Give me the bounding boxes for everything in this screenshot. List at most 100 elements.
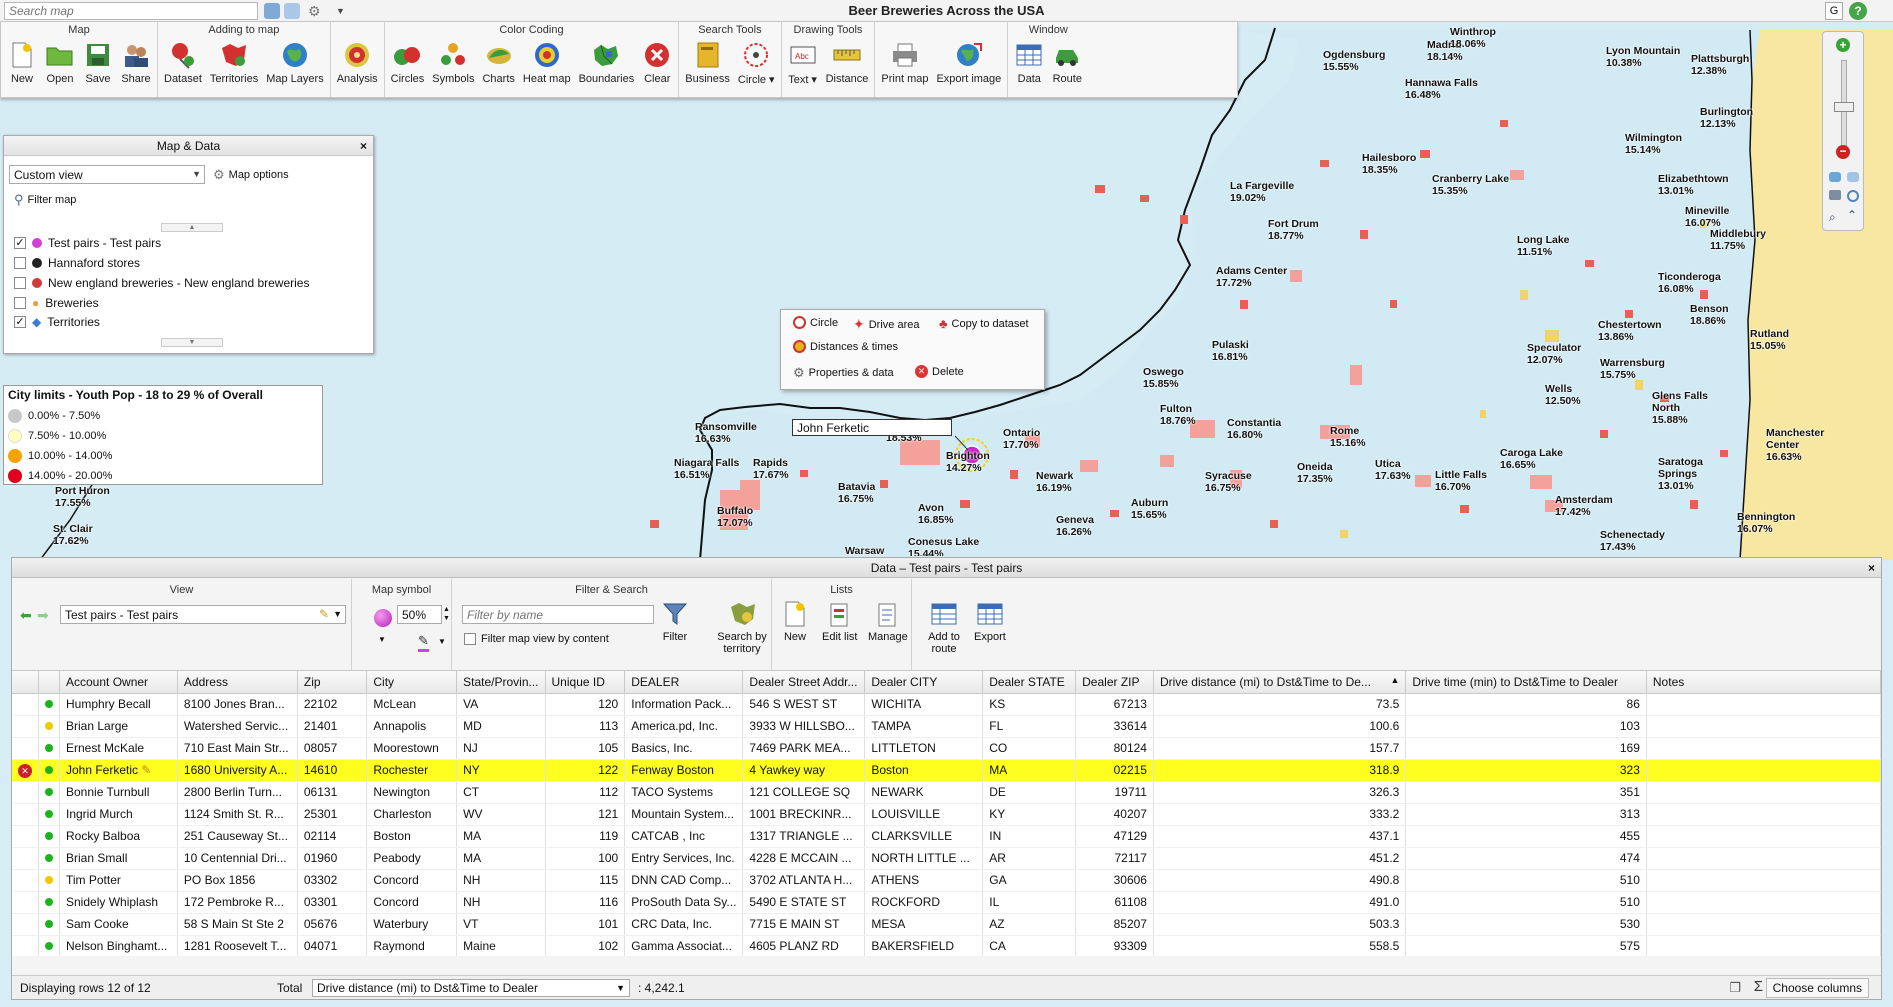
pencil-icon[interactable]: ✎: [319, 607, 329, 621]
table-cell[interactable]: 1281 Roosevelt T...: [177, 935, 298, 956]
table-cell[interactable]: 157.7: [1153, 737, 1407, 760]
table-row[interactable]: Sam Cooke 58 S Main St Ste 2 05676 Waterbur…: [12, 913, 1881, 936]
table-cell[interactable]: 8100 Jones Bran...: [177, 693, 298, 716]
table-cell[interactable]: NH: [456, 869, 546, 892]
table-cell[interactable]: 02215: [1075, 759, 1154, 782]
table-row[interactable]: Rocky Balboa 251 Causeway St... 02114 Bosto…: [12, 825, 1881, 848]
col-header-city[interactable]: City: [366, 671, 458, 694]
search-map-input[interactable]: [4, 2, 258, 20]
table-cell[interactable]: FL: [982, 715, 1077, 738]
table-cell[interactable]: 4 Yawkey way: [742, 759, 866, 782]
table-cell[interactable]: 333.2: [1153, 803, 1407, 826]
table-cell[interactable]: 73.5: [1153, 693, 1407, 716]
up-arrow-icon[interactable]: ⌃: [1847, 208, 1857, 222]
table-cell[interactable]: 115: [545, 869, 626, 892]
circle-search-button[interactable]: Circle ▾: [734, 38, 779, 86]
table-cell[interactable]: BAKERSFIELD: [864, 935, 984, 956]
table-cell[interactable]: 72117: [1075, 847, 1154, 870]
table-cell[interactable]: 510: [1405, 891, 1647, 914]
table-cell[interactable]: 67213: [1075, 693, 1154, 716]
table-cell[interactable]: [1646, 759, 1881, 782]
table-cell[interactable]: KY: [982, 803, 1077, 826]
table-cell[interactable]: McLean: [366, 693, 458, 716]
table-cell[interactable]: VA: [456, 693, 546, 716]
ctx-drive-area[interactable]: ✦ Drive area: [853, 316, 919, 333]
table-cell[interactable]: 10 Centennial Dri...: [177, 847, 298, 870]
table-cell[interactable]: [1646, 781, 1881, 804]
table-cell[interactable]: 451.2: [1153, 847, 1407, 870]
table-cell[interactable]: 351: [1405, 781, 1647, 804]
row-selector[interactable]: [12, 737, 39, 760]
table-cell[interactable]: 546 S WEST ST: [742, 693, 866, 716]
table-cell[interactable]: AR: [982, 847, 1077, 870]
layers-scroll-down[interactable]: ▼: [161, 338, 223, 347]
back-arrow-icon[interactable]: ⬅: [20, 607, 32, 624]
table-row[interactable]: Brian Large Watershed Servic... 21401 Annap…: [12, 715, 1881, 738]
table-cell[interactable]: [1646, 935, 1881, 956]
table-cell[interactable]: 510: [1405, 869, 1647, 892]
table-cell[interactable]: 1124 Smith St. R...: [177, 803, 298, 826]
map-pin-label[interactable]: John Ferketic: [792, 419, 952, 436]
table-cell[interactable]: 710 East Main Str...: [177, 737, 298, 760]
table-cell[interactable]: [1646, 891, 1881, 914]
table-cell[interactable]: Ernest McKale: [59, 737, 178, 760]
print-map-button[interactable]: Print map: [877, 38, 932, 85]
table-cell[interactable]: 119: [545, 825, 626, 848]
table-cell[interactable]: Snidely Whiplash: [59, 891, 178, 914]
table-cell[interactable]: Moorestown: [366, 737, 458, 760]
table-cell[interactable]: AZ: [982, 913, 1077, 936]
table-row[interactable]: Nelson Binghamt... 1281 Roosevelt T... 040…: [12, 935, 1881, 956]
table-cell[interactable]: 437.1: [1153, 825, 1407, 848]
table-cell[interactable]: 530: [1405, 913, 1647, 936]
table-cell[interactable]: [1646, 693, 1881, 716]
table-cell[interactable]: PO Box 1856: [177, 869, 298, 892]
table-cell[interactable]: Peabody: [366, 847, 458, 870]
table-cell[interactable]: Waterbury: [366, 913, 458, 936]
sigma-icon[interactable]: Σ: [1754, 978, 1763, 995]
boundaries-button[interactable]: Boundaries: [575, 38, 639, 85]
settings-gear-icon[interactable]: ⚙: [308, 3, 324, 19]
table-cell[interactable]: 85207: [1075, 913, 1154, 936]
table-cell[interactable]: LOUISVILLE: [864, 803, 984, 826]
ctx-copy-to-dataset[interactable]: ♣ Copy to dataset: [939, 316, 1029, 331]
table-row[interactable]: Snidely Whiplash 172 Pembroke R... 03301 Co…: [12, 891, 1881, 914]
table-cell[interactable]: KS: [982, 693, 1077, 716]
layer-checkbox[interactable]: ✓: [14, 237, 26, 249]
spinner-icon[interactable]: ▲ ▼: [443, 605, 450, 623]
manage-lists-button[interactable]: Manage: [868, 601, 908, 643]
table-cell[interactable]: 08057: [297, 737, 368, 760]
table-cell[interactable]: 318.9: [1153, 759, 1407, 782]
table-cell[interactable]: 102: [545, 935, 626, 956]
table-cell[interactable]: CO: [982, 737, 1077, 760]
table-cell[interactable]: 03302: [297, 869, 368, 892]
table-cell[interactable]: 05676: [297, 913, 368, 936]
col-header-address[interactable]: Address: [177, 671, 298, 694]
pencil-icon[interactable]: ✎: [138, 763, 151, 777]
table-cell[interactable]: Annapolis: [366, 715, 458, 738]
table-cell[interactable]: CT: [456, 781, 546, 804]
col-header-state[interactable]: State/Provin...: [456, 671, 546, 694]
table-cell[interactable]: [1646, 715, 1881, 738]
table-row[interactable]: Tim Potter PO Box 1856 03302 Concord NH 115 DN…: [12, 869, 1881, 892]
export-image-button[interactable]: Export image: [932, 38, 1005, 85]
view-name-select[interactable]: Test pairs - Test pairs ✎ ▼: [60, 605, 346, 624]
table-cell[interactable]: 313: [1405, 803, 1647, 826]
table-cell[interactable]: 33614: [1075, 715, 1154, 738]
col-header-dealer-state[interactable]: Dealer STATE: [982, 671, 1077, 694]
col-header-dealer-zip[interactable]: Dealer ZIP: [1075, 671, 1154, 694]
forward-icon[interactable]: [284, 3, 300, 19]
col-header-dealer[interactable]: DEALER: [624, 671, 744, 694]
table-cell[interactable]: Maine: [456, 935, 546, 956]
filter-map-view-checkbox[interactable]: Filter map view by content: [464, 633, 609, 645]
table-cell[interactable]: 30606: [1075, 869, 1154, 892]
table-cell[interactable]: Charleston: [366, 803, 458, 826]
business-search-button[interactable]: Business: [681, 38, 734, 86]
table-cell[interactable]: CATCAB , Inc: [624, 825, 744, 848]
table-cell[interactable]: Brian Large: [59, 715, 178, 738]
table-row[interactable]: ✕ John Ferketic ✎ 1680 University A... 1461…: [12, 759, 1881, 782]
table-cell[interactable]: 3702 ATLANTA H...: [742, 869, 866, 892]
add-to-route-button[interactable]: Add to route: [924, 601, 964, 655]
table-cell[interactable]: 03301: [297, 891, 368, 914]
camera-icon[interactable]: [1829, 190, 1841, 200]
table-cell[interactable]: 503.3: [1153, 913, 1407, 936]
